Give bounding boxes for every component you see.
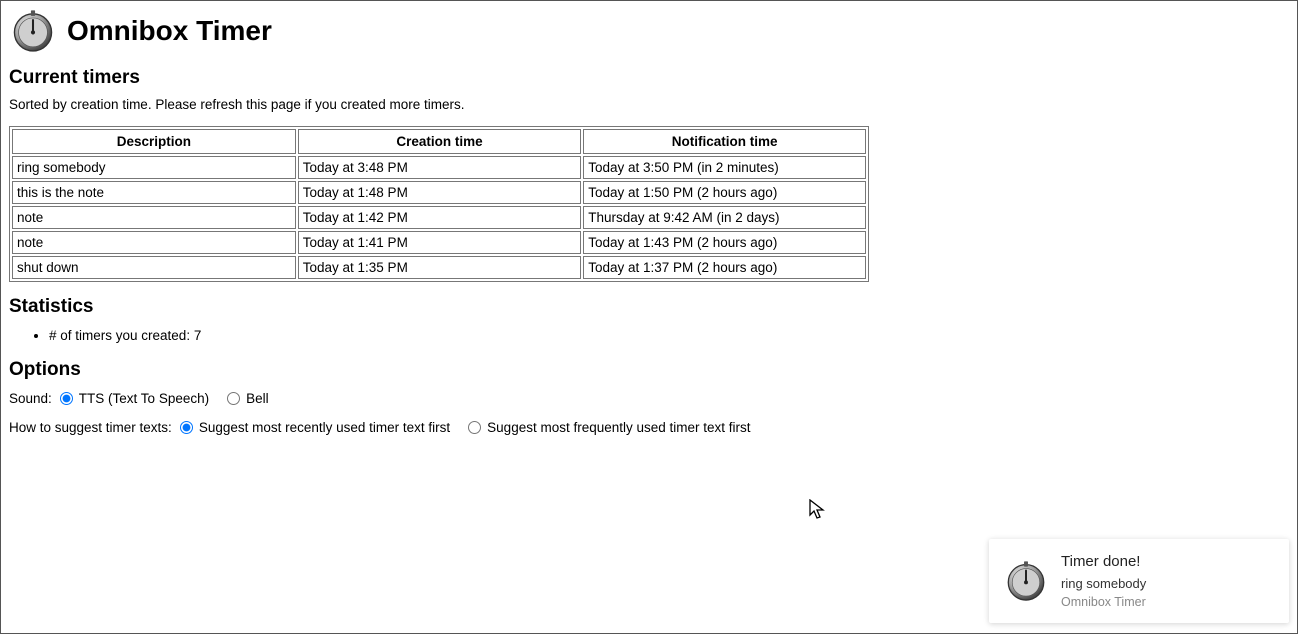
- page-root: Omnibox Timer Current timers Sorted by c…: [1, 1, 1297, 457]
- sound-bell-label: Bell: [246, 391, 269, 406]
- cell-notification-time: Today at 3:50 PM (in 2 minutes): [583, 156, 866, 179]
- sound-tts-radio[interactable]: [60, 392, 73, 405]
- sound-bell-radio[interactable]: [227, 392, 240, 405]
- statistics-list: # of timers you created: 7: [9, 326, 1289, 345]
- notification-toast[interactable]: Timer done! ring somebody Omnibox Timer: [989, 539, 1289, 623]
- cell-description: note: [12, 231, 296, 254]
- col-header-description: Description: [12, 129, 296, 154]
- suggest-frequent-radio[interactable]: [468, 421, 481, 434]
- current-timers-subtext: Sorted by creation time. Please refresh …: [9, 97, 1289, 112]
- statistics-heading: Statistics: [9, 296, 1289, 318]
- options-heading: Options: [9, 359, 1289, 381]
- stopwatch-icon: [11, 9, 55, 53]
- timers-table: Description Creation time Notification t…: [9, 126, 869, 282]
- table-header-row: Description Creation time Notification t…: [12, 129, 866, 154]
- app-title: Omnibox Timer: [67, 15, 272, 47]
- cell-description: shut down: [12, 256, 296, 279]
- toast-title: Timer done!: [1061, 553, 1273, 570]
- table-row: this is the note Today at 1:48 PM Today …: [12, 181, 866, 204]
- cell-creation-time: Today at 1:48 PM: [298, 181, 581, 204]
- page-header: Omnibox Timer: [9, 9, 1289, 53]
- suggest-recent-radio[interactable]: [180, 421, 193, 434]
- current-timers-heading: Current timers: [9, 67, 1289, 89]
- toast-source: Omnibox Timer: [1061, 595, 1273, 609]
- table-row: note Today at 1:42 PM Thursday at 9:42 A…: [12, 206, 866, 229]
- cell-creation-time: Today at 1:41 PM: [298, 231, 581, 254]
- cell-notification-time: Thursday at 9:42 AM (in 2 days): [583, 206, 866, 229]
- sound-tts-option[interactable]: TTS (Text To Speech): [60, 391, 209, 406]
- toast-message: ring somebody: [1061, 576, 1273, 591]
- toast-body: Timer done! ring somebody Omnibox Timer: [1061, 553, 1273, 609]
- table-row: note Today at 1:41 PM Today at 1:43 PM (…: [12, 231, 866, 254]
- suggest-recent-label: Suggest most recently used timer text fi…: [199, 420, 450, 435]
- sound-tts-label: TTS (Text To Speech): [79, 391, 209, 406]
- table-row: shut down Today at 1:35 PM Today at 1:37…: [12, 256, 866, 279]
- cell-notification-time: Today at 1:37 PM (2 hours ago): [583, 256, 866, 279]
- sound-option-row: Sound: TTS (Text To Speech) Bell: [9, 391, 1289, 406]
- cell-notification-time: Today at 1:50 PM (2 hours ago): [583, 181, 866, 204]
- suggest-option-row: How to suggest timer texts: Suggest most…: [9, 420, 1289, 435]
- cell-creation-time: Today at 1:35 PM: [298, 256, 581, 279]
- col-header-creation-time: Creation time: [298, 129, 581, 154]
- suggest-frequent-label: Suggest most frequently used timer text …: [487, 420, 750, 435]
- suggest-option-label: How to suggest timer texts:: [9, 420, 172, 435]
- sound-bell-option[interactable]: Bell: [227, 391, 269, 406]
- cell-description: ring somebody: [12, 156, 296, 179]
- cell-description: this is the note: [12, 181, 296, 204]
- cell-description: note: [12, 206, 296, 229]
- table-row: ring somebody Today at 3:48 PM Today at …: [12, 156, 866, 179]
- suggest-frequent-option[interactable]: Suggest most frequently used timer text …: [468, 420, 750, 435]
- cursor-icon: [809, 499, 827, 521]
- cell-notification-time: Today at 1:43 PM (2 hours ago): [583, 231, 866, 254]
- col-header-notification-time: Notification time: [583, 129, 866, 154]
- stopwatch-icon: [1005, 560, 1047, 602]
- stat-item: # of timers you created: 7: [49, 326, 1289, 345]
- sound-option-label: Sound:: [9, 391, 52, 406]
- cell-creation-time: Today at 3:48 PM: [298, 156, 581, 179]
- suggest-recent-option[interactable]: Suggest most recently used timer text fi…: [180, 420, 450, 435]
- cell-creation-time: Today at 1:42 PM: [298, 206, 581, 229]
